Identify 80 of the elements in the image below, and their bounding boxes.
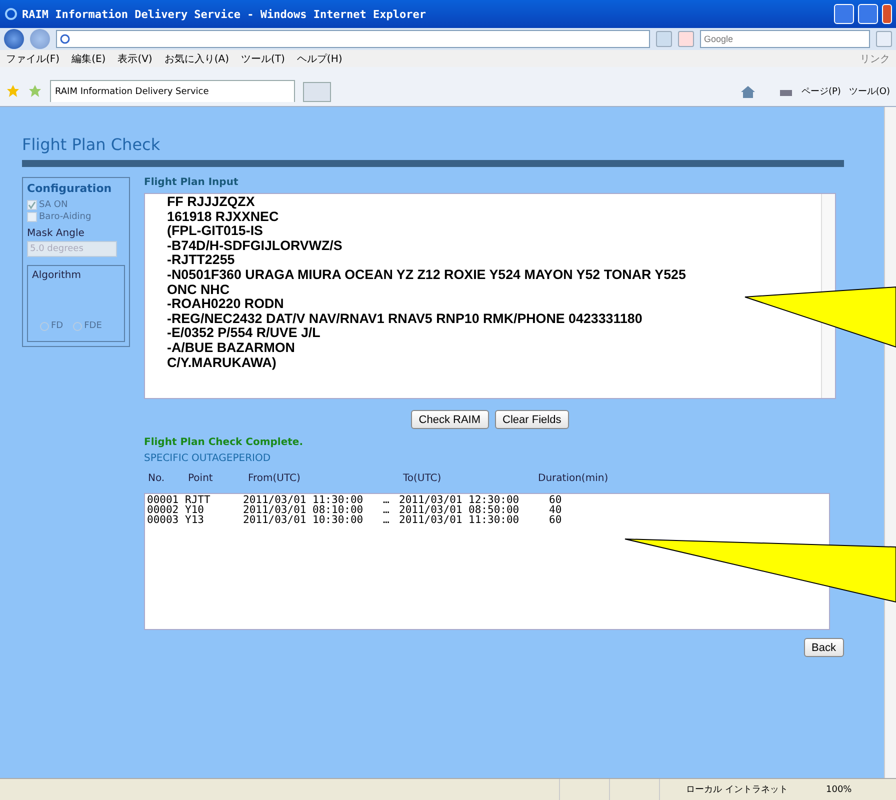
zoom-control[interactable]: 100%: [826, 784, 896, 794]
browser-logo-icon: [4, 7, 18, 21]
page-icon: [60, 34, 70, 44]
text-line: C/Y.MARUKAWA): [167, 356, 278, 370]
table-cell-text: 2011/03/01 10:30:00: [243, 515, 364, 525]
star-icon[interactable]: [6, 84, 20, 98]
menu-item[interactable]: 表示(V): [118, 52, 152, 66]
text-line: FF RJJJZQZX: [167, 195, 256, 210]
search-field[interactable]: Google: [700, 30, 870, 48]
menu-item[interactable]: ツール(T): [241, 52, 285, 66]
text-line: 161918 RJXXNEC: [167, 210, 280, 224]
table-cell-text: 2011/03/01 11:30:00: [243, 495, 364, 505]
stop-button[interactable]: [678, 31, 694, 47]
table-cell-text: …: [383, 505, 390, 515]
column-header: Duration(min): [538, 473, 610, 484]
table-cell-text: 00003: [147, 515, 180, 525]
add-favorite-icon[interactable]: [28, 84, 42, 98]
table-cell-text: 00001: [147, 495, 180, 505]
table-cell-text: Y13: [185, 515, 205, 525]
table-cell-text: …: [383, 495, 390, 505]
table-cell-text: Y10: [185, 505, 205, 515]
menu-item[interactable]: ファイル(F): [6, 52, 60, 66]
column-header: From(UTC): [248, 473, 302, 484]
search-button[interactable]: [876, 31, 892, 47]
back-button[interactable]: Back: [804, 638, 844, 657]
address-field[interactable]: [56, 30, 650, 48]
minimize-button[interactable]: [834, 4, 854, 24]
column-header: To(UTC): [403, 473, 442, 484]
toolbar-menu[interactable]: ページ(P): [801, 85, 841, 98]
results-list[interactable]: 00001 RJTT 2011/03/01 11:30:00 … 2011/03/01 12:30:00 60 00002 Y10 2011/03/01 08:10:00 … 2011/03/01 08:50:00 40 00003 Y13 2011/03/01 10:30:00 … 2011/03/01 11:30:00 60: [144, 493, 830, 630]
input-label: Flight Plan Input: [144, 177, 240, 188]
close-button[interactable]: [882, 4, 892, 24]
links-label[interactable]: リンク: [860, 52, 890, 66]
menu-item[interactable]: お気に入り(A): [164, 52, 229, 66]
field-label: Mask Angle: [27, 228, 86, 239]
maximize-button[interactable]: [858, 4, 878, 24]
table-cell-text: 2011/03/01 08:10:00: [243, 505, 364, 515]
column-header: No.: [148, 473, 166, 484]
text-line: (FPL-GIT015-IS: [167, 224, 264, 239]
home-icon[interactable]: [741, 86, 756, 98]
text-line: -E/0352 P/554 R/UVE J/L: [167, 326, 322, 341]
text-line: -REG/NEC2432 DAT/V NAV/RNAV1 RNAV5 RNP10 RMK/PHONE 0423331180: [167, 312, 644, 326]
refresh-button[interactable]: [656, 31, 672, 47]
text-line: -N0501F360 URAGA MIURA OCEAN YZ Z12 ROXIE Y524 MAYON Y52 TONAR Y525: [167, 268, 687, 283]
table-cell-text: 2011/03/01 12:30:00: [399, 495, 520, 505]
browser-tab[interactable]: RAIM Information Delivery Service: [50, 80, 295, 102]
zone-label: ローカル イントラネット: [686, 784, 789, 796]
panel-title: Configuration: [27, 182, 113, 195]
status-message: Flight Plan Check Complete.: [144, 437, 304, 448]
toolbar-menu[interactable]: ツール(O): [848, 85, 890, 98]
table-cell-text: 60: [549, 515, 563, 525]
table-cell-text: 2011/03/01 08:50:00: [399, 505, 520, 515]
group-title: Algorithm: [32, 270, 82, 281]
checkbox-label: SA ON: [39, 200, 68, 210]
table-cell-text: 40: [549, 505, 563, 515]
flight-plan-textarea[interactable]: [144, 193, 836, 399]
action-button[interactable]: Check RAIM: [410, 410, 489, 429]
table-cell-text: …: [383, 515, 390, 525]
text-line: -ROAH0220 RODN: [167, 297, 285, 312]
radio-label: FDE: [84, 321, 102, 331]
table-cell-text: 00002: [147, 505, 180, 515]
back-nav-button[interactable]: [4, 29, 24, 49]
results-title: SPECIFIC OUTAGEPERIOD: [144, 453, 272, 464]
new-tab-button[interactable]: [303, 82, 331, 102]
action-button[interactable]: Clear Fields: [494, 410, 570, 429]
text-line: -RJTT2255: [167, 253, 236, 268]
forward-nav-button[interactable]: [30, 29, 50, 49]
table-cell-text: 2011/03/01 11:30:00: [399, 515, 520, 525]
table-cell-text: RJTT: [185, 495, 212, 505]
column-header: Point: [188, 473, 214, 484]
menu-item[interactable]: ヘルプ(H): [296, 52, 342, 66]
text-line: ONC NHC: [167, 282, 230, 298]
checkbox-label: Baro-Aiding: [39, 212, 92, 222]
page-title: Flight Plan Check: [22, 135, 162, 154]
text-line: -B74D/H-SDFGIJLORVWZ/S: [167, 238, 344, 254]
table-cell-text: 60: [549, 495, 563, 505]
menu-item[interactable]: 編集(E): [72, 52, 106, 66]
radio-label: FD: [51, 321, 64, 331]
text-line: -A/BUE BAZARMON: [167, 340, 296, 356]
window-title: RAIM Information Delivery Service - Windows Internet Explorer: [22, 8, 427, 20]
